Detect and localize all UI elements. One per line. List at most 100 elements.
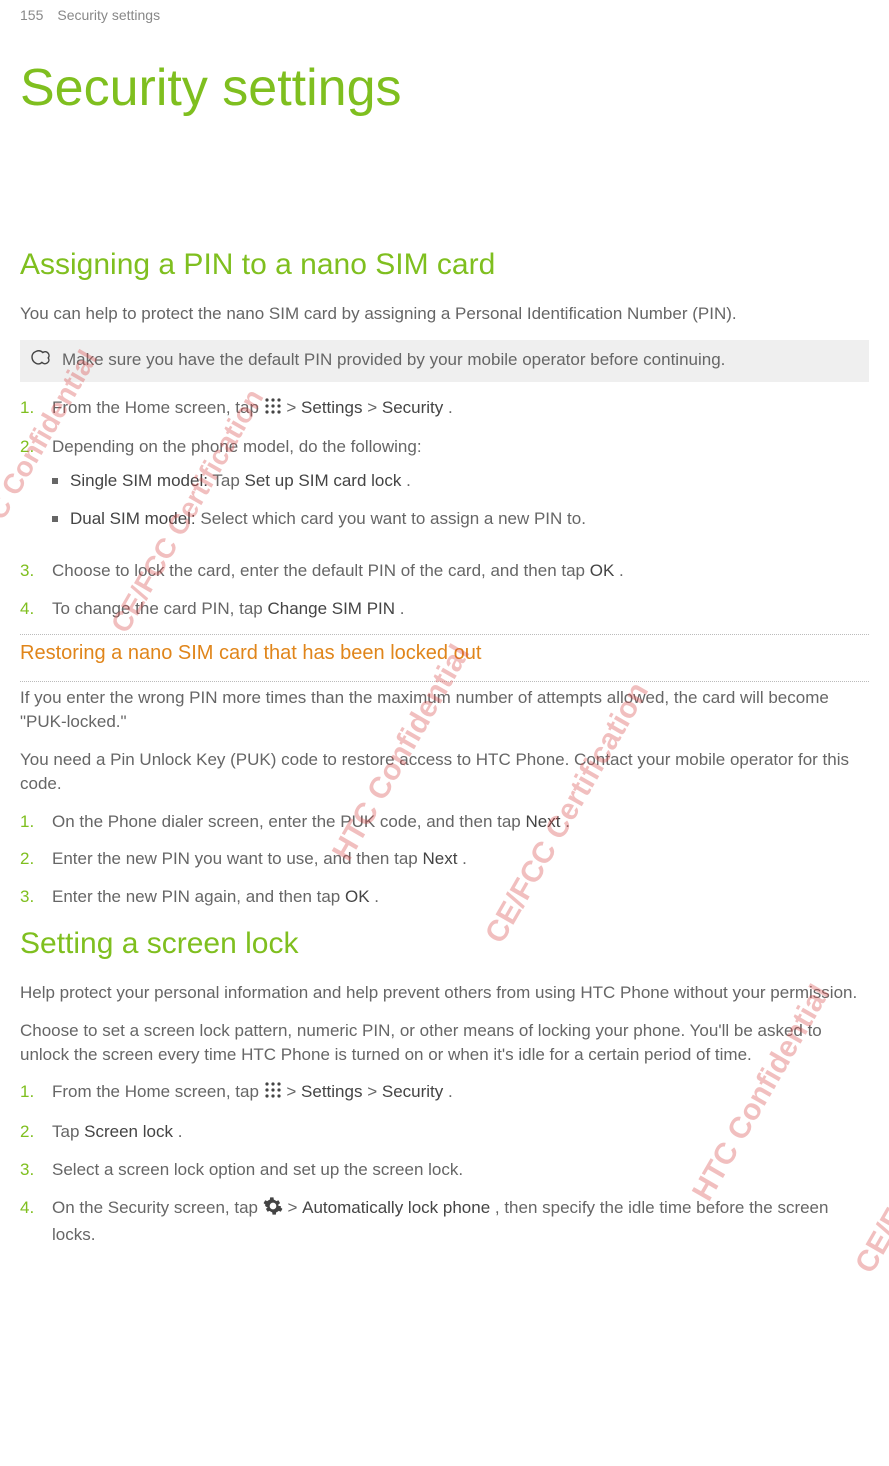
page-title: Security settings bbox=[20, 52, 869, 125]
text: Select which card you want to assign a n… bbox=[200, 509, 586, 528]
heading-restore-sim: Restoring a nano SIM card that has been … bbox=[20, 639, 869, 667]
para: You need a Pin Unlock Key (PUK) code to … bbox=[20, 748, 869, 796]
text: . bbox=[178, 1122, 183, 1141]
page-number: 155 bbox=[20, 6, 43, 26]
step-text: To change the card PIN, tap Change SIM P… bbox=[52, 597, 405, 621]
step-2: 2. Tap Screen lock . bbox=[20, 1120, 869, 1144]
step-number: 1. bbox=[20, 1080, 40, 1106]
text: Enter the new PIN again, and then tap bbox=[52, 887, 345, 906]
text: Tap bbox=[212, 471, 244, 490]
step-text: Tap Screen lock . bbox=[52, 1120, 182, 1144]
intro-text: You can help to protect the nano SIM car… bbox=[20, 302, 869, 326]
label: Dual SIM model: bbox=[70, 509, 196, 528]
step-text: On the Phone dialer screen, enter the PU… bbox=[52, 810, 570, 834]
step-1: 1. On the Phone dialer screen, enter the… bbox=[20, 810, 869, 834]
ok-label: OK bbox=[590, 561, 615, 580]
text: Tap bbox=[52, 1122, 84, 1141]
text: . bbox=[406, 471, 411, 490]
text: . bbox=[565, 812, 570, 831]
step-2: 2. Enter the new PIN you want to use, an… bbox=[20, 847, 869, 871]
step-text: From the Home screen, tap > Settings > S… bbox=[52, 1080, 453, 1106]
note-text: Make sure you have the default PIN provi… bbox=[62, 348, 725, 372]
label: Single SIM model: bbox=[70, 471, 208, 490]
substep-dual-sim: Dual SIM model: Select which card you wa… bbox=[52, 507, 586, 531]
step-number: 1. bbox=[20, 810, 40, 834]
steps-restore-sim: 1. On the Phone dialer screen, enter the… bbox=[20, 810, 869, 909]
step-text: From the Home screen, tap > Settings > S… bbox=[52, 396, 453, 422]
step-2: 2. Depending on the phone model, do the … bbox=[20, 435, 869, 544]
substeps: Single SIM model: Tap Set up SIM card lo… bbox=[52, 469, 586, 531]
text: . bbox=[619, 561, 624, 580]
step-number: 2. bbox=[20, 1120, 40, 1144]
change-pin-label: Change SIM PIN bbox=[267, 599, 395, 618]
text: > bbox=[287, 1198, 302, 1217]
substep-text: Dual SIM model: Select which card you wa… bbox=[70, 507, 586, 531]
apps-grid-icon bbox=[264, 1081, 282, 1106]
step-text: Enter the new PIN you want to use, and t… bbox=[52, 847, 467, 871]
step-3: 3. Select a screen lock option and set u… bbox=[20, 1158, 869, 1182]
action-label: Set up SIM card lock bbox=[245, 471, 402, 490]
text: From the Home screen, tap bbox=[52, 1082, 264, 1101]
step-1: 1. From the Home screen, tap > Settings … bbox=[20, 396, 869, 422]
step-1: 1. From the Home screen, tap > Settings … bbox=[20, 1080, 869, 1106]
divider bbox=[20, 681, 869, 682]
text: > bbox=[286, 1082, 301, 1101]
step-number: 1. bbox=[20, 396, 40, 422]
apps-grid-icon bbox=[264, 397, 282, 422]
step-3: 3. Enter the new PIN again, and then tap… bbox=[20, 885, 869, 909]
step-text: Select a screen lock option and set up t… bbox=[52, 1158, 463, 1182]
step-text: Enter the new PIN again, and then tap OK… bbox=[52, 885, 379, 909]
step-number: 3. bbox=[20, 885, 40, 909]
step-number: 3. bbox=[20, 559, 40, 583]
ok-label: OK bbox=[345, 887, 370, 906]
step-3: 3. Choose to lock the card, enter the de… bbox=[20, 559, 869, 583]
text: > bbox=[367, 1082, 382, 1101]
gear-icon bbox=[263, 1196, 283, 1223]
steps-screen-lock: 1. From the Home screen, tap > Settings … bbox=[20, 1080, 869, 1246]
step-number: 2. bbox=[20, 847, 40, 871]
autolock-label: Automatically lock phone bbox=[302, 1198, 490, 1217]
text: From the Home screen, tap bbox=[52, 398, 264, 417]
text: To change the card PIN, tap bbox=[52, 599, 267, 618]
step-number: 2. bbox=[20, 435, 40, 544]
screen-lock-label: Screen lock bbox=[84, 1122, 173, 1141]
next-label: Next bbox=[525, 812, 560, 831]
text: On the Security screen, tap bbox=[52, 1198, 263, 1217]
text: > bbox=[367, 398, 382, 417]
text: . bbox=[462, 849, 467, 868]
step-number: 4. bbox=[20, 597, 40, 621]
page: 155 Security settings Security settings … bbox=[0, 6, 889, 1300]
step-4: 4. On the Security screen, tap > Automat… bbox=[20, 1196, 869, 1247]
bullet-icon bbox=[52, 516, 58, 522]
para: Choose to set a screen lock pattern, num… bbox=[20, 1019, 869, 1067]
step-number: 3. bbox=[20, 1158, 40, 1182]
text: Depending on the phone model, do the fol… bbox=[52, 437, 422, 456]
substep-text: Single SIM model: Tap Set up SIM card lo… bbox=[70, 469, 411, 493]
next-label: Next bbox=[422, 849, 457, 868]
bullet-icon bbox=[52, 478, 58, 484]
text: Choose to lock the card, enter the defau… bbox=[52, 561, 590, 580]
settings-label: Settings bbox=[301, 398, 362, 417]
text: Enter the new PIN you want to use, and t… bbox=[52, 849, 422, 868]
page-section: Security settings bbox=[57, 6, 160, 26]
heading-assign-pin: Assigning a PIN to a nano SIM card bbox=[20, 244, 869, 286]
text: > bbox=[286, 398, 301, 417]
step-text: Depending on the phone model, do the fol… bbox=[52, 435, 586, 544]
text: On the Phone dialer screen, enter the PU… bbox=[52, 812, 525, 831]
text: . bbox=[374, 887, 379, 906]
text: . bbox=[448, 1082, 453, 1101]
settings-label: Settings bbox=[301, 1082, 362, 1101]
step-text: Choose to lock the card, enter the defau… bbox=[52, 559, 624, 583]
substep-single-sim: Single SIM model: Tap Set up SIM card lo… bbox=[52, 469, 586, 493]
page-header: 155 Security settings bbox=[20, 6, 869, 26]
security-label: Security bbox=[382, 1082, 443, 1101]
para: If you enter the wrong PIN more times th… bbox=[20, 686, 869, 734]
step-number: 4. bbox=[20, 1196, 40, 1247]
note-icon bbox=[30, 348, 52, 373]
note-box: Make sure you have the default PIN provi… bbox=[20, 340, 869, 381]
text: . bbox=[400, 599, 405, 618]
step-text: On the Security screen, tap > Automatica… bbox=[52, 1196, 869, 1247]
step-4: 4. To change the card PIN, tap Change SI… bbox=[20, 597, 869, 621]
security-label: Security bbox=[382, 398, 443, 417]
steps-assign-pin: 1. From the Home screen, tap > Settings … bbox=[20, 396, 869, 621]
